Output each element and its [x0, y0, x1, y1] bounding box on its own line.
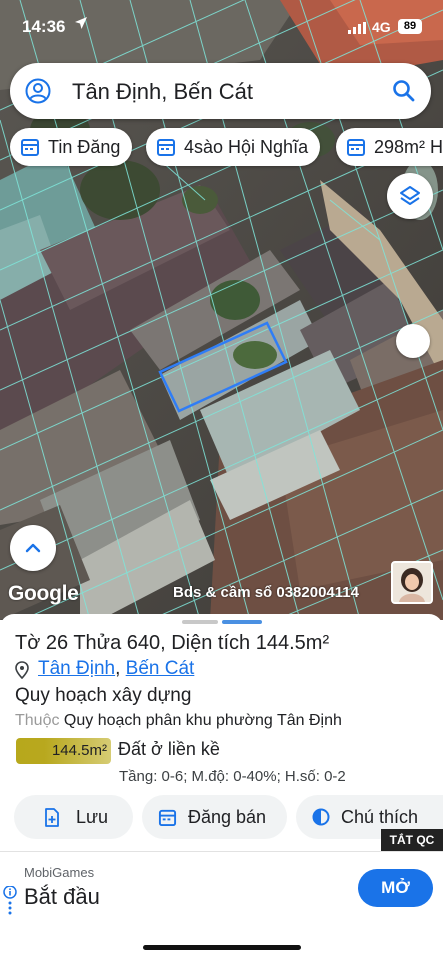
post-for-sale-button[interactable]: Đăng bán [142, 795, 287, 839]
address-text: Tân Định, Bến Cát [38, 658, 194, 680]
status-time: 14:36 [22, 17, 66, 36]
network-type: 4G [372, 19, 391, 35]
calendar-icon [157, 139, 175, 156]
chip-tin-dang[interactable]: Tin Đăng [10, 128, 133, 166]
search-bar[interactable]: Tân Định, Bến Cát [10, 63, 431, 119]
sheet-handle-active[interactable] [222, 620, 262, 624]
chip-label: 4sào Hội Nghĩa [184, 137, 309, 157]
chip-label: Tin Đăng [48, 137, 121, 157]
chip-298m2[interactable]: 298m² H [336, 128, 443, 166]
add-file-icon [45, 808, 59, 827]
legend-label: Chú thích [341, 807, 419, 827]
chevron-up-icon [25, 543, 41, 553]
zone-params: Tầng: 0-6; M.độ: 0-40%; H.số: 0-2 [119, 768, 346, 785]
google-attribution: Google [8, 582, 79, 605]
signal-icon [348, 22, 366, 34]
chip-label: 298m² H [374, 137, 443, 157]
ad-open-button[interactable]: MỞ [358, 869, 433, 907]
search-query[interactable]: Tân Định, Bến Cát [72, 79, 253, 105]
satellite-map[interactable]: 14:36 4G 89 Tân Định, Bến Cát Tin Đăng 4… [0, 0, 443, 620]
home-indicator-area [0, 921, 443, 960]
ward-link[interactable]: Tân Định [38, 658, 115, 679]
lot-number: 640 [126, 632, 161, 654]
home-indicator[interactable] [143, 945, 301, 950]
planning-ref-name: Quy hoạch phân khu phường Tân Định [63, 712, 342, 729]
calendar-icon [21, 139, 39, 156]
search-icon[interactable] [391, 78, 417, 104]
parcel-info-sheet[interactable]: Tờ 26 Thửa 640, Diện tích 144.5m² Tân Đị… [0, 614, 443, 854]
filter-chips: Tin Đăng 4sào Hội Nghĩa 298m² H [0, 128, 443, 166]
planning-ref-prefix: Thuộc [15, 712, 64, 729]
layers-button[interactable] [387, 173, 433, 219]
post-label: Đăng bán [188, 807, 267, 827]
planning-reference: Thuộc Quy hoạch phân khu phường Tân Định [15, 712, 342, 730]
zone-area-value: 144.5m² [51, 742, 107, 759]
account-icon[interactable] [25, 78, 51, 104]
calendar-icon [347, 139, 365, 156]
save-label: Lưu [76, 807, 109, 827]
layers-icon [400, 186, 420, 205]
location-pin-icon [15, 661, 29, 679]
lot-prefix: Thửa [68, 632, 127, 654]
sheet-number: 26 [45, 632, 69, 654]
location-arrow-icon [75, 17, 87, 29]
battery-level: 89 [398, 19, 422, 34]
user-avatar[interactable] [391, 561, 433, 604]
ad-sponsor: MobiGames [24, 865, 95, 880]
chip-4sao-hoi-nghia[interactable]: 4sào Hội Nghĩa [146, 128, 321, 166]
avatar-photo [393, 563, 431, 602]
expand-up-button[interactable] [10, 525, 56, 571]
district-link[interactable]: Bến Cát [126, 658, 195, 679]
ad-banner[interactable]: MobiGames Bắt đầu MỞ [0, 851, 443, 921]
status-bar: 14:36 4G 89 [0, 0, 443, 50]
zone-area-badge: 144.5m² [16, 738, 111, 764]
zone-type: Đất ở liền kề [118, 739, 220, 759]
opacity-slider-handle[interactable] [396, 324, 430, 358]
parcel-area: 144.5m² [255, 632, 330, 654]
address-separator: , [115, 658, 126, 679]
contrast-icon [312, 808, 330, 826]
ad-info-icon[interactable] [2, 886, 18, 916]
calendar-icon [158, 809, 177, 827]
planning-heading: Quy hoạch xây dựng [15, 685, 192, 706]
save-button[interactable]: Lưu [14, 795, 133, 839]
sheet-prefix: Tờ [15, 632, 46, 654]
area-label: , Diện tích [160, 632, 256, 654]
map-watermark: Bds & cầm sổ 0382004114 [173, 584, 359, 601]
close-ad-button[interactable]: TẮT QC [381, 829, 443, 851]
parcel-title: Tờ 26 Thửa 640, Diện tích 144.5m² [15, 632, 329, 655]
ad-headline: Bắt đầu [24, 884, 100, 909]
sheet-handle[interactable] [182, 620, 218, 624]
